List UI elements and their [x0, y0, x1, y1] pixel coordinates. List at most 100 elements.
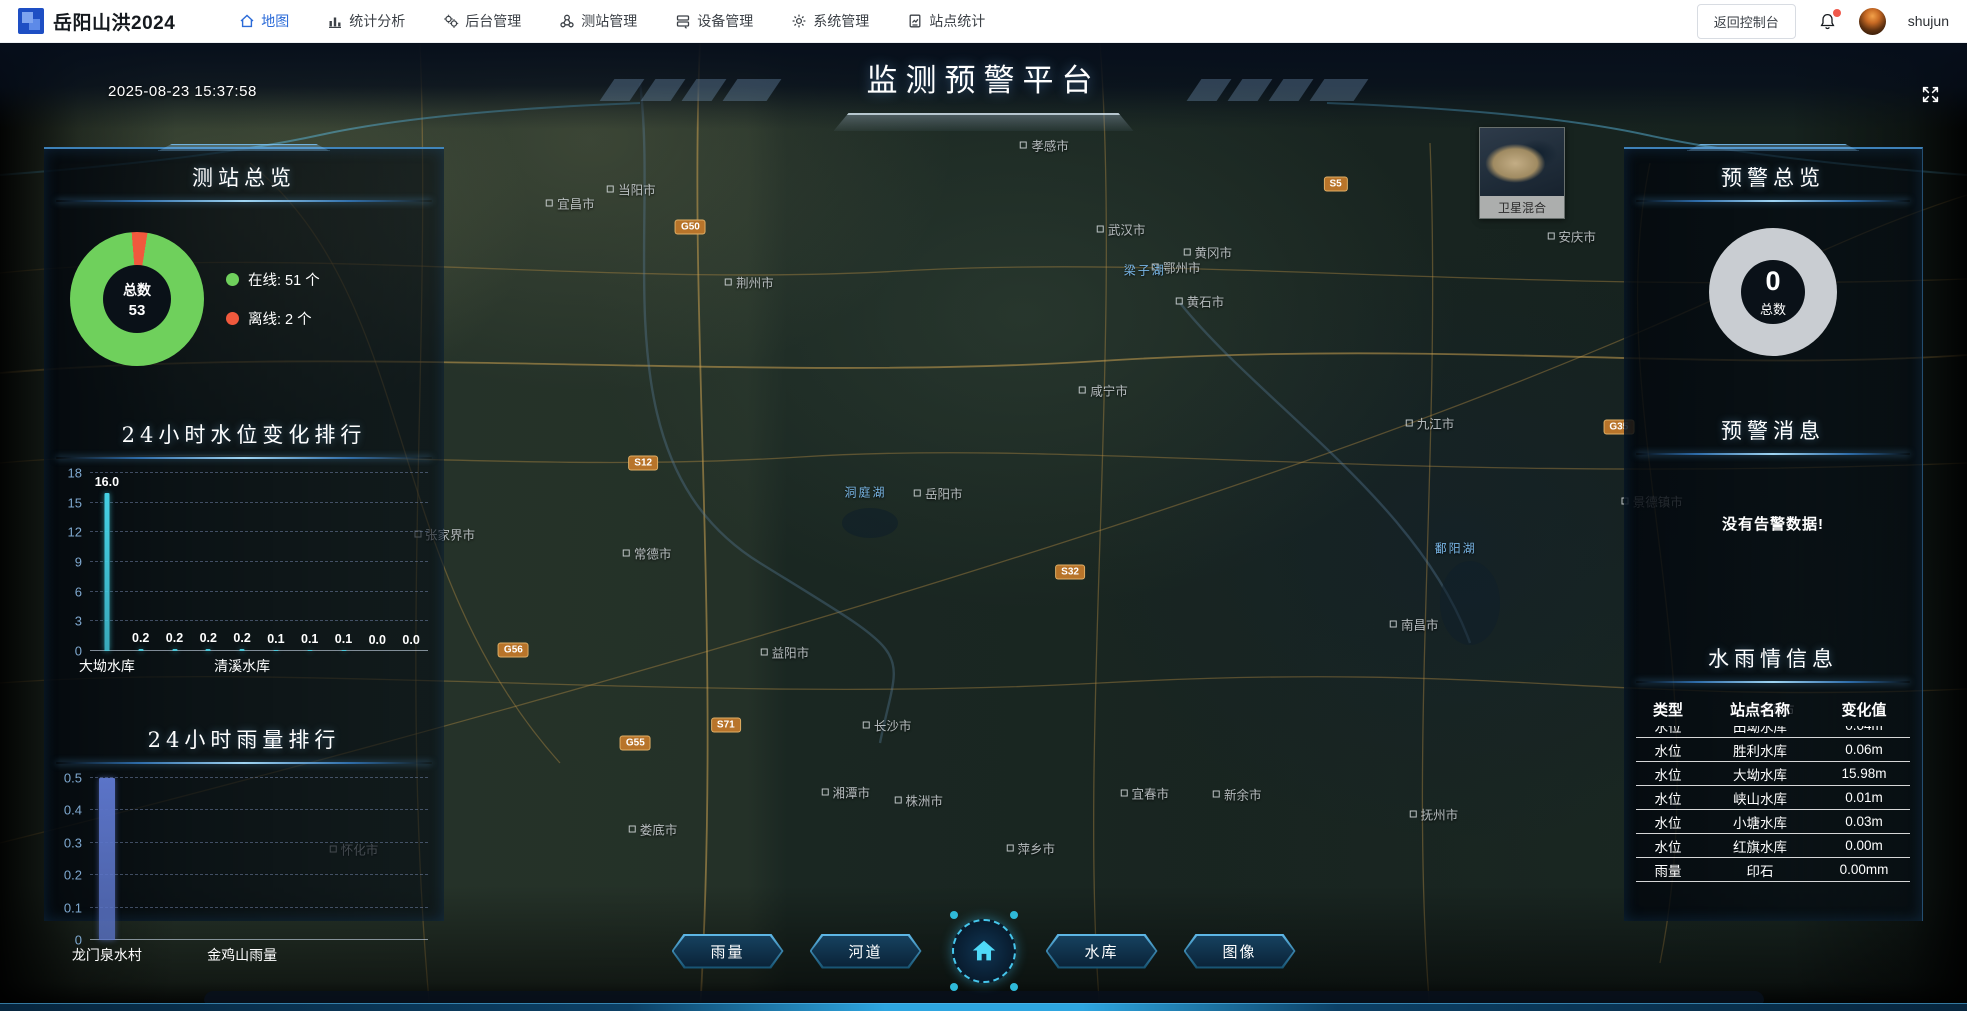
layer-button-雨量[interactable]: 雨量	[672, 934, 784, 969]
map-city-label: 宜春市	[1121, 784, 1170, 803]
layer-button-水库[interactable]: 水库	[1046, 934, 1158, 969]
road-badge: G55	[620, 735, 651, 750]
layer-button-图像[interactable]: 图像	[1184, 934, 1296, 969]
home-button[interactable]	[952, 919, 1016, 983]
analytics-icon	[327, 13, 343, 29]
bar-value-label: 0.2	[132, 631, 149, 645]
table-cell: 0.03m	[1820, 814, 1908, 829]
y-axis-tick: 3	[75, 614, 82, 629]
bar-value-label: 0.1	[301, 632, 318, 646]
map-city-label: 岳阳市	[914, 484, 963, 503]
bar-value-label: 0.0	[369, 633, 386, 647]
menu-item-1[interactable]: 地图	[239, 11, 289, 31]
warning-messages-title: 预警消息	[1624, 402, 1922, 445]
bar	[138, 649, 143, 651]
bar	[240, 649, 245, 651]
y-axis-tick: 9	[75, 555, 82, 570]
chart-plot-area: 036912151816.00.20.20.20.20.10.10.10.00.…	[90, 473, 428, 651]
gridline	[90, 620, 428, 621]
y-axis-tick: 6	[75, 584, 82, 599]
menu-item-label: 地图	[261, 11, 289, 31]
y-axis-tick: 18	[68, 466, 82, 481]
map-water-label: 鄱阳湖	[1435, 540, 1477, 557]
menu-item-label: 站点统计	[929, 11, 985, 31]
legend-item: 在线: 51 个	[226, 269, 320, 290]
road-badge: G50	[675, 219, 706, 234]
table-row: 水位小塘水库0.03m	[1636, 810, 1910, 834]
x-axis-label: 龙门泉水村	[72, 945, 142, 965]
road-badge: S5	[1323, 177, 1347, 192]
gridline	[90, 907, 428, 908]
menu-item-label: 系统管理	[813, 11, 869, 31]
menu-item-7[interactable]: 站点统计	[907, 11, 985, 31]
table-scroll-area[interactable]: 水位田坳水库0.04m水位胜利水库0.06m水位大坳水库15.98m水位峡山水库…	[1636, 726, 1910, 882]
brand[interactable]: 岳阳山洪2024	[18, 8, 175, 35]
username: shujun	[1908, 13, 1949, 29]
water-rain-table: 类型站点名称变化值 水位田坳水库0.04m水位胜利水库0.06m水位大坳水库15…	[1636, 695, 1910, 882]
menu-item-6[interactable]: 系统管理	[791, 11, 869, 31]
map-city-label: 荆州市	[725, 273, 774, 292]
brand-logo-icon	[18, 8, 44, 34]
menu-item-label: 后台管理	[465, 11, 521, 31]
menu-item-label: 测站管理	[581, 11, 637, 31]
table-row: 水位红旗水库0.00m	[1636, 834, 1910, 858]
warning-overview-chart: 0 总数	[1624, 228, 1922, 356]
menu-item-2[interactable]: 统计分析	[327, 11, 405, 31]
x-axis-label: 金鸡山雨量	[207, 945, 277, 965]
y-axis-tick: 0.3	[64, 835, 82, 850]
layer-switcher[interactable]: 卫星混合	[1479, 127, 1565, 219]
bar-value-label: 0.0	[402, 633, 419, 647]
menu-item-4[interactable]: 测站管理	[559, 11, 637, 31]
home-icon	[969, 936, 999, 966]
fullscreen-icon[interactable]	[1921, 85, 1940, 109]
bar-value-label: 0.1	[267, 632, 284, 646]
notification-bell-icon[interactable]	[1818, 12, 1837, 31]
title-underline	[56, 457, 432, 459]
title-underline	[1636, 200, 1910, 202]
gridline	[90, 502, 428, 503]
panel-tab	[1687, 144, 1859, 151]
table-cell: 0.00mm	[1820, 862, 1908, 877]
table-cell: 0.00m	[1820, 838, 1908, 853]
table-cell: 小塘水库	[1700, 812, 1820, 832]
main-menu: 地图 统计分析 后台管理 测站管理 设备管理 系统管理 站点统计	[239, 11, 985, 31]
road-badge: S32	[1055, 564, 1085, 579]
map-city-label: 长沙市	[863, 716, 912, 735]
bar-value-label: 0.2	[233, 631, 250, 645]
table-cell: 胜利水库	[1700, 740, 1820, 760]
y-axis-tick: 0.4	[64, 803, 82, 818]
map-canvas[interactable]: 孝感市武汉市黄冈市鄂州市黄石市安庆市咸宁市九江市荆州市宜昌市当阳市岳阳市常德市张…	[0, 43, 1967, 1011]
no-warning-text: 没有告警数据!	[1624, 513, 1922, 534]
y-axis-tick: 0.5	[64, 771, 82, 786]
road-badge: G56	[498, 642, 529, 657]
gridline	[90, 561, 428, 562]
table-cell: 15.98m	[1820, 766, 1908, 781]
menu-item-3[interactable]: 后台管理	[443, 11, 521, 31]
home-dot	[1010, 983, 1018, 991]
backend-icon	[443, 13, 459, 29]
bar-value-label: 0.1	[335, 632, 352, 646]
map-city-label: 孝感市	[1020, 135, 1069, 154]
table-header-row: 类型站点名称变化值	[1636, 695, 1910, 726]
legend-item: 离线: 2 个	[226, 308, 320, 329]
map-city-label: 武汉市	[1097, 219, 1146, 238]
table-cell: 水位	[1636, 726, 1700, 736]
menu-item-5[interactable]: 设备管理	[675, 11, 753, 31]
map-city-label: 萍乡市	[1006, 839, 1055, 858]
table-cell: 峡山水库	[1700, 788, 1820, 808]
gridline	[90, 874, 428, 875]
return-console-button[interactable]: 返回控制台	[1697, 4, 1796, 39]
water-rain-info-title: 水雨情信息	[1624, 630, 1922, 673]
title-underline	[56, 762, 432, 764]
layer-button-河道[interactable]: 河道	[810, 934, 922, 969]
map-city-label: 宜昌市	[546, 193, 595, 212]
station-icon	[559, 13, 575, 29]
right-panel: 预警总览 0 总数 预警消息 没有告警数据! 水雨情信息 类型站点名称变化值 水…	[1624, 147, 1923, 921]
bar	[172, 649, 177, 651]
table-cell: 0.06m	[1820, 742, 1908, 757]
gridline	[90, 939, 428, 940]
left-panel: 测站总览 总数 53 在线: 51 个离线: 2 个 24小时水位变化排行 03…	[44, 147, 444, 921]
avatar[interactable]	[1859, 8, 1886, 35]
layer-button-label: 水库	[1048, 936, 1156, 967]
rain-bar-chart: 00.10.20.30.40.5龙门泉水村金鸡山雨量	[60, 778, 428, 966]
